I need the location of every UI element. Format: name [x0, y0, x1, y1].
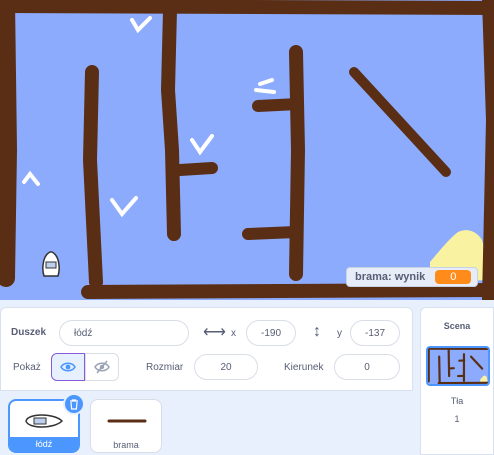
eye-slash-icon — [94, 360, 110, 374]
backdrops-count: 1 — [454, 414, 460, 424]
monitor-value: 0 — [435, 270, 472, 284]
size-label: Rozmiar — [146, 362, 184, 373]
monitor-label: brama: wynik — [355, 271, 426, 283]
backdrops-label: Tła — [450, 396, 464, 406]
scene-thumbnail[interactable] — [426, 346, 490, 386]
horizontal-arrows-icon: ⟷ — [203, 324, 226, 341]
direction-input[interactable]: 0 — [334, 354, 400, 380]
sprite-panel: Duszek łódź ⟷ x -190 ↕ y -137 Pokaż Rozm… — [0, 307, 413, 455]
stage[interactable]: brama: wynik 0 — [0, 0, 494, 300]
variable-monitor[interactable]: brama: wynik 0 — [346, 267, 479, 287]
scene-thumbnail-image — [428, 348, 488, 384]
sprite-tile-label: łódź — [10, 437, 78, 451]
size-input[interactable]: 20 — [194, 354, 258, 380]
boat-icon — [25, 414, 64, 428]
scene-title: Scena — [443, 321, 471, 331]
y-label: y — [337, 328, 342, 339]
boat-sprite[interactable] — [42, 251, 60, 277]
vertical-arrows-icon: ↕ — [313, 323, 321, 340]
direction-label: Kierunek — [284, 362, 324, 373]
sprite-tile-label: brama — [113, 440, 139, 450]
gate-icon — [107, 419, 147, 423]
trash-icon — [70, 398, 78, 410]
show-label: Pokaż — [13, 362, 41, 373]
sprite-label: Duszek — [11, 327, 47, 338]
sprite-name-input[interactable]: łódź — [59, 320, 189, 346]
sprite-info: Duszek łódź ⟷ x -190 ↕ y -137 Pokaż Rozm… — [0, 307, 413, 391]
sprite-tile-brama[interactable]: brama — [90, 399, 162, 453]
stage-canvas[interactable] — [0, 0, 494, 300]
sprite-list: łódź brama — [0, 391, 413, 455]
x-label: x — [231, 328, 236, 339]
eye-icon — [60, 362, 76, 372]
hide-button[interactable] — [85, 353, 119, 381]
show-button[interactable] — [51, 353, 85, 381]
y-input[interactable]: -137 — [350, 320, 400, 346]
delete-sprite-button[interactable] — [63, 393, 85, 415]
scene-panel[interactable]: Scena Tła 1 — [420, 307, 494, 455]
x-input[interactable]: -190 — [246, 320, 296, 346]
